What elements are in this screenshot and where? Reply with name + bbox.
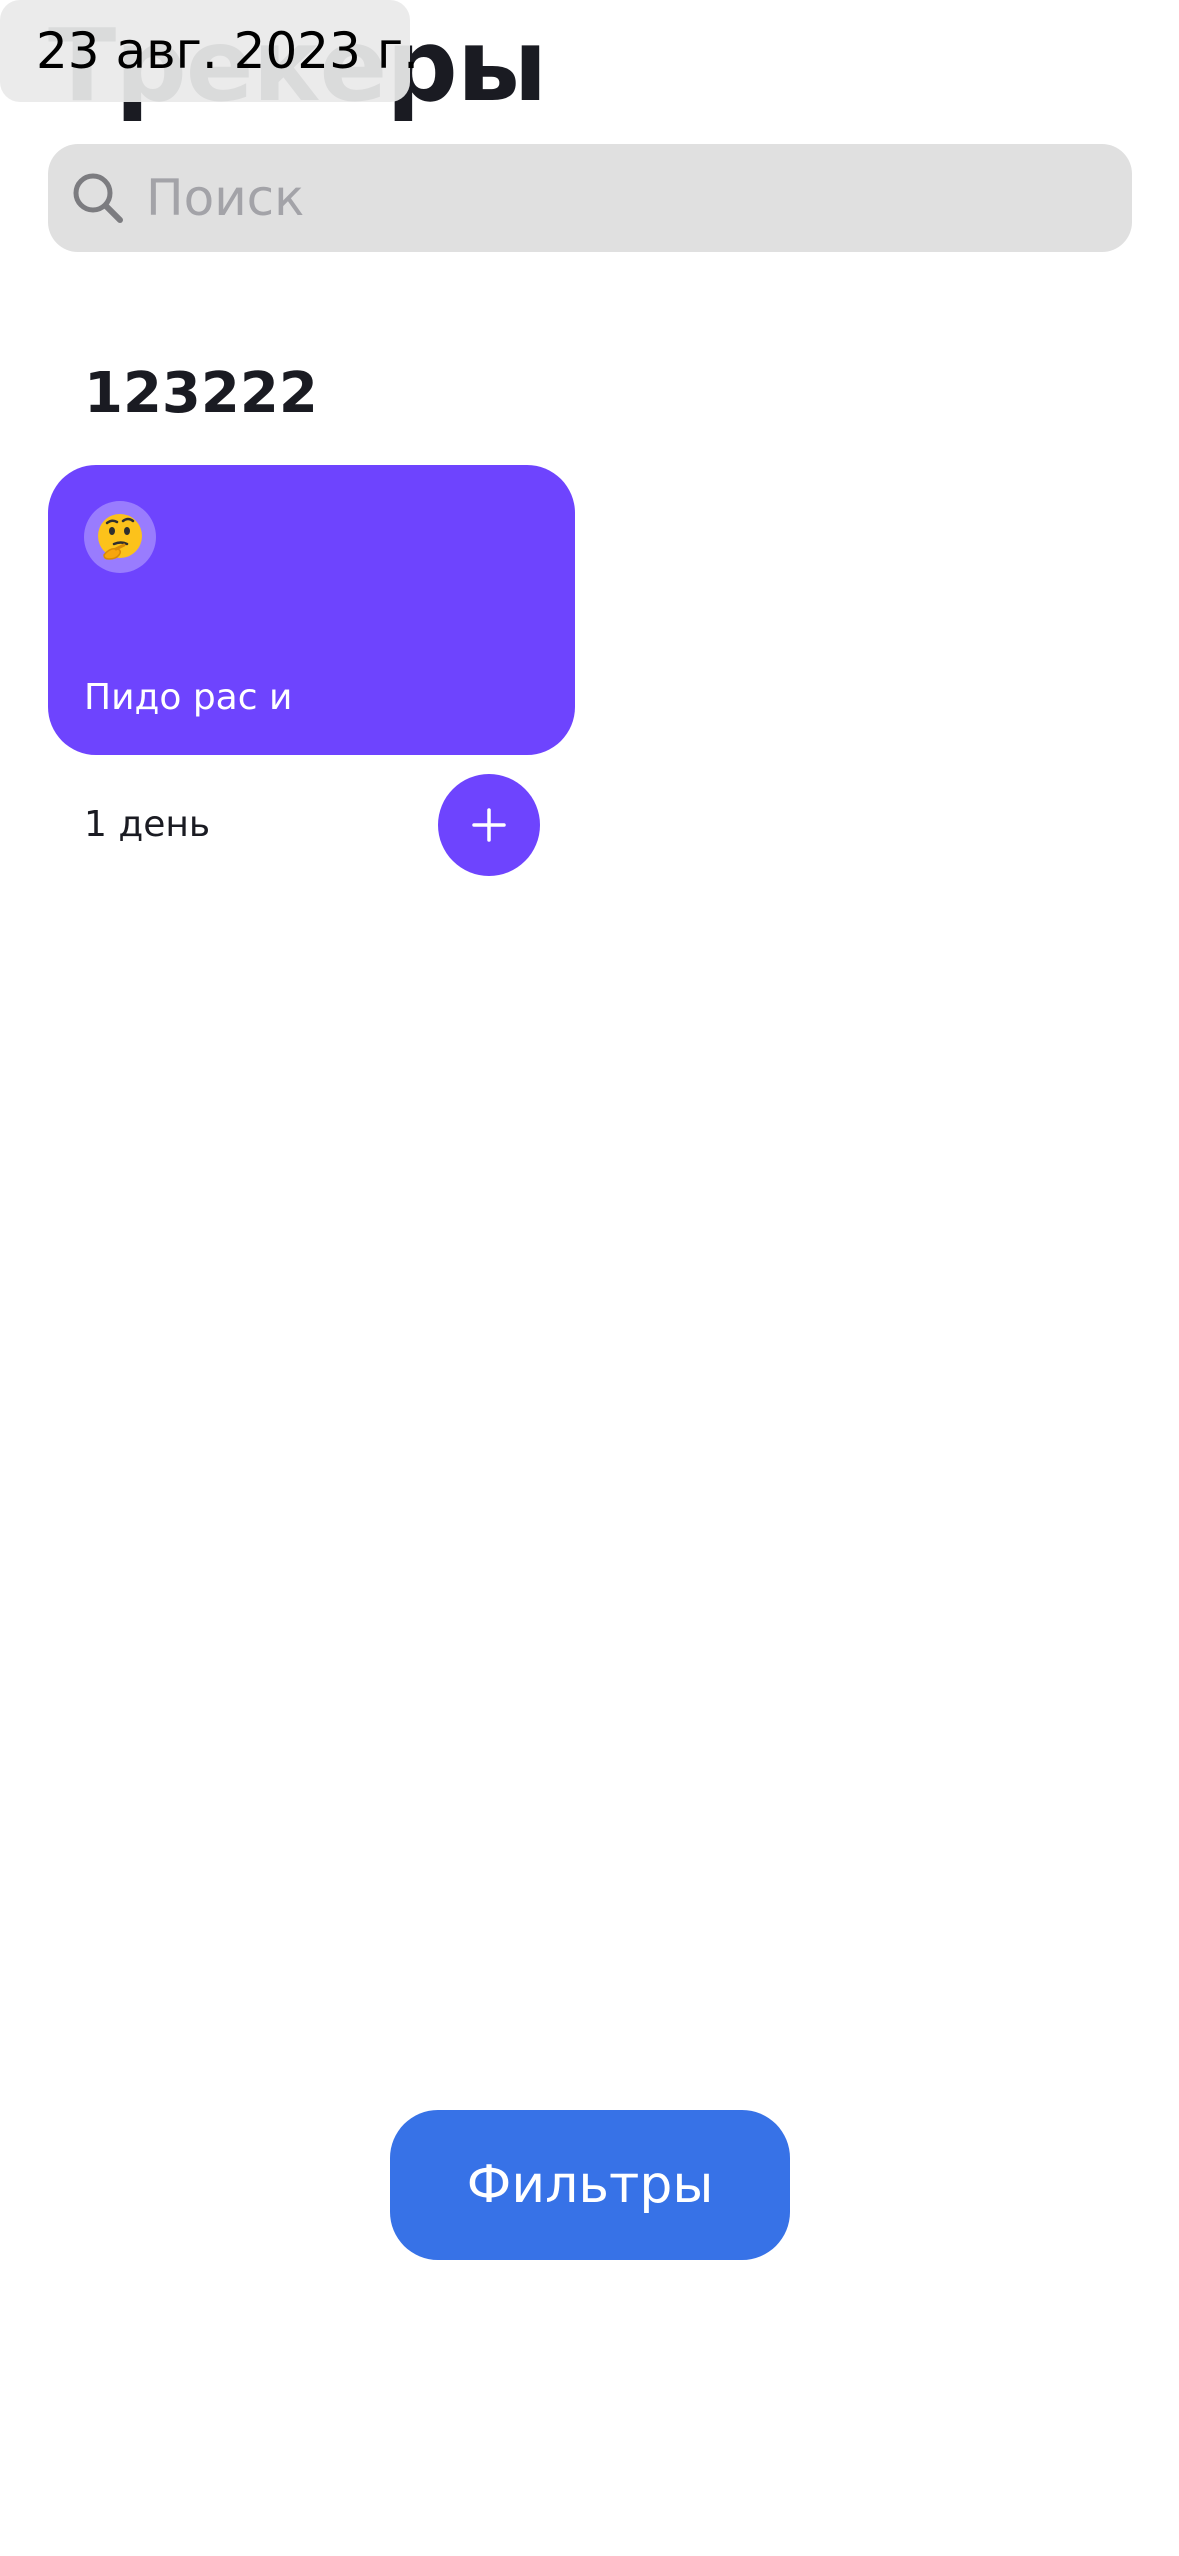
search-bar[interactable]	[48, 144, 1132, 252]
tracker-name: Пидо рас и	[84, 677, 293, 718]
filters-button[interactable]: Фильтры	[390, 2110, 790, 2260]
category-title: 123222	[84, 361, 318, 426]
tracker-emoji-badge	[84, 501, 156, 573]
date-picker-button[interactable]: 23 авг. 2023 г.	[0, 0, 419, 102]
add-day-button[interactable]	[438, 774, 540, 876]
date-label: 23 авг. 2023 г.	[36, 22, 419, 80]
thinking-face-icon	[98, 514, 142, 560]
tracker-day-count: 1 день	[84, 804, 211, 845]
plus-icon	[472, 808, 506, 842]
search-icon	[73, 173, 123, 223]
search-input[interactable]	[146, 169, 1046, 227]
